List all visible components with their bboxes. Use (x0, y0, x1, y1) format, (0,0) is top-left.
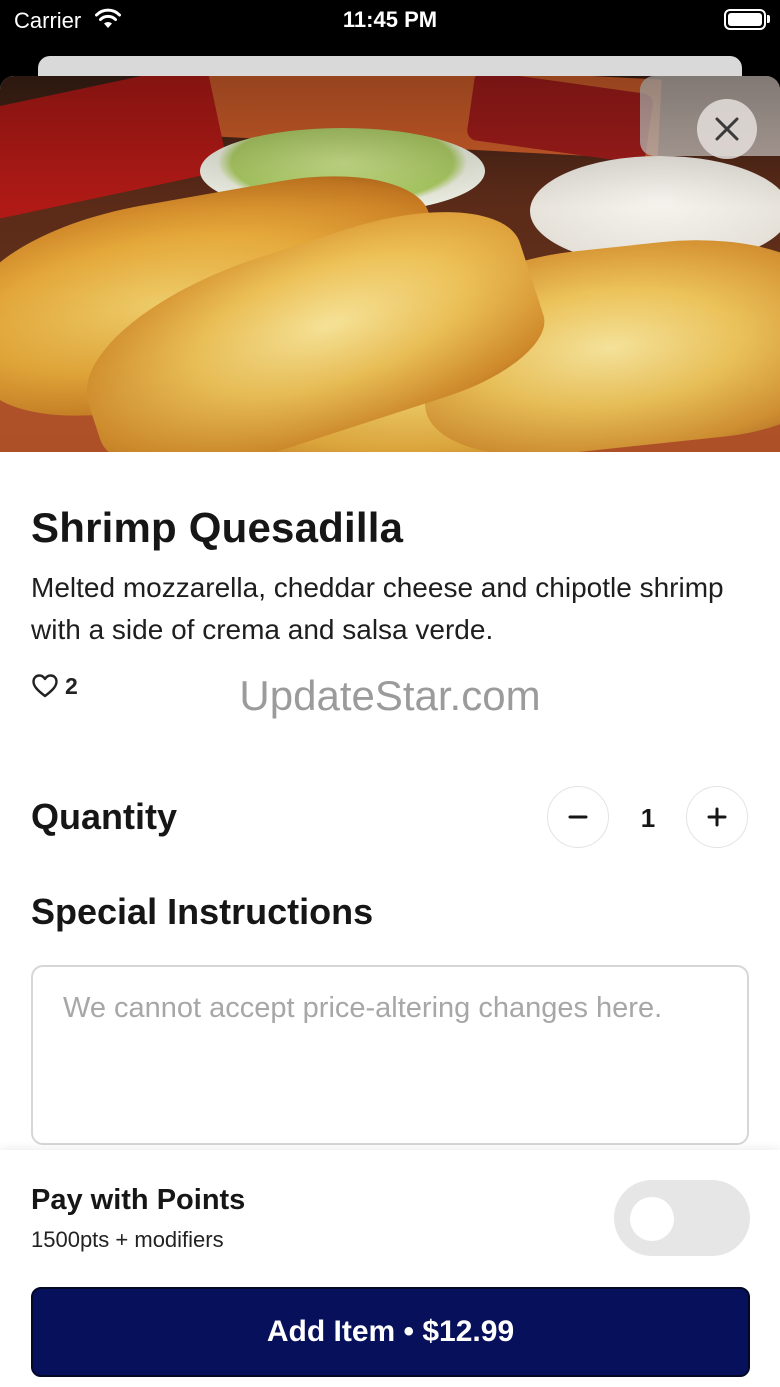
add-item-button[interactable]: Add Item • $12.99 (31, 1287, 750, 1377)
checkout-panel: Pay with Points 1500pts + modifiers Add … (0, 1150, 780, 1387)
battery-icon (724, 9, 766, 30)
battery-nub (767, 15, 770, 23)
status-bar: Carrier 11:45 PM (0, 0, 780, 40)
item-sheet: Shrimp Quesadilla Melted mozzarella, che… (0, 76, 780, 1387)
plus-icon (707, 807, 727, 827)
quantity-value: 1 (640, 803, 656, 833)
quantity-decrease-button[interactable] (547, 786, 609, 848)
pay-with-points-subtitle: 1500pts + modifiers (31, 1227, 224, 1252)
pay-with-points-toggle[interactable] (614, 1180, 750, 1256)
special-instructions-input[interactable] (63, 989, 717, 1121)
toggle-knob (630, 1197, 674, 1241)
item-photo (0, 76, 780, 452)
close-icon (715, 117, 739, 141)
minus-icon (568, 815, 588, 819)
quantity-increase-button[interactable] (686, 786, 748, 848)
special-instructions-box (31, 965, 749, 1145)
pay-with-points-title: Pay with Points (31, 1184, 246, 1216)
watermark: UpdateStar.com (239, 672, 541, 719)
special-instructions-label: Special Instructions (31, 891, 374, 932)
clock: 11:45 PM (342, 7, 438, 32)
item-description: Melted mozzarella, cheddar cheese and ch… (31, 572, 724, 645)
item-title: Shrimp Quesadilla (31, 504, 404, 551)
close-button[interactable] (697, 99, 757, 159)
quantity-label: Quantity (31, 796, 178, 837)
